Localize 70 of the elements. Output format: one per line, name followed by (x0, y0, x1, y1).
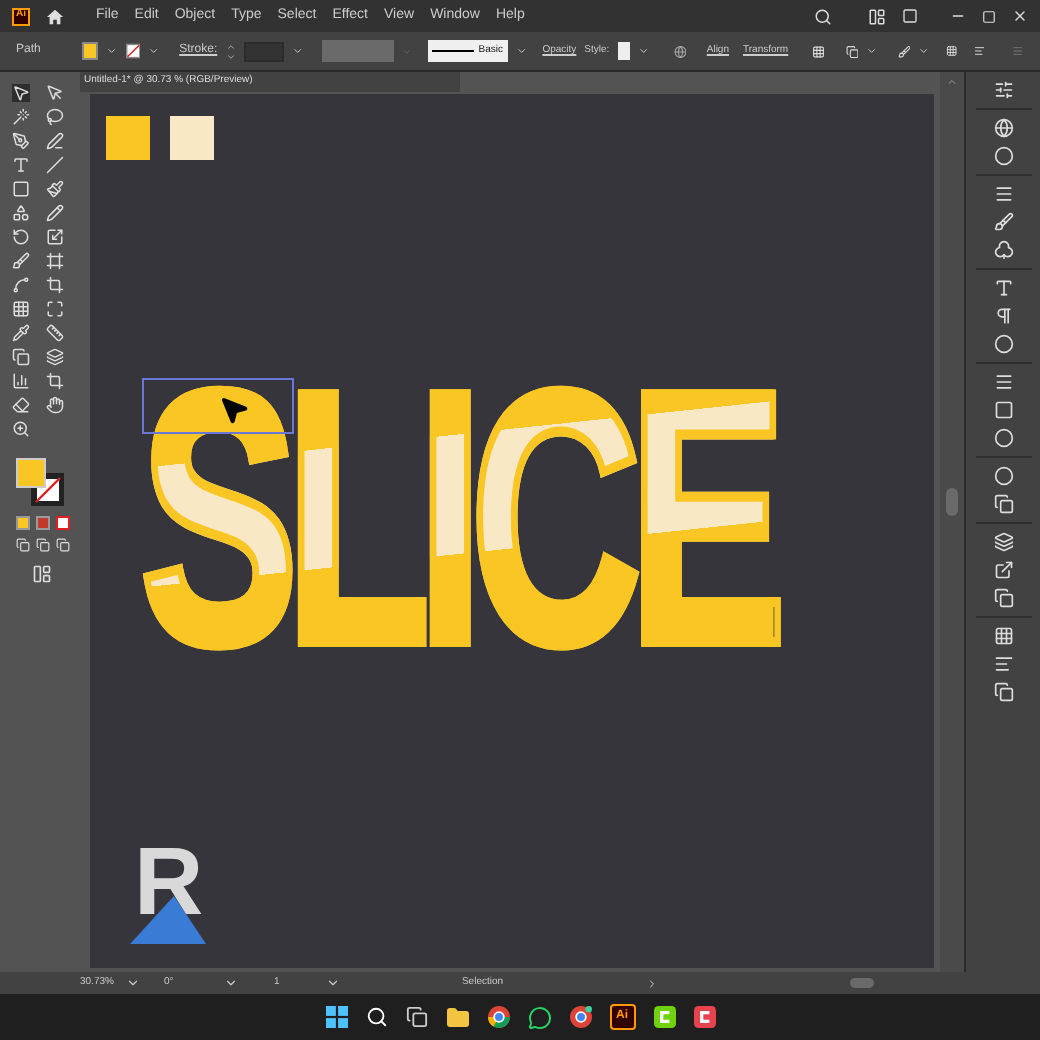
line-tool-icon[interactable] (46, 156, 64, 174)
close-icon[interactable] (1012, 8, 1028, 24)
scroll-thumb[interactable] (946, 488, 958, 516)
task-view-icon[interactable] (405, 1006, 427, 1028)
fill-stroke-control[interactable] (16, 458, 64, 506)
stroke-icon[interactable] (993, 372, 1013, 392)
caret-icon[interactable] (638, 44, 650, 58)
pen-tool-icon[interactable] (12, 132, 30, 150)
pencil-icon[interactable] (46, 204, 64, 222)
caret-icon[interactable] (223, 976, 238, 990)
app-icon[interactable] (693, 1006, 715, 1028)
brand-logo: R (126, 848, 226, 948)
browser-icon[interactable] (569, 1006, 591, 1028)
windows-start-icon[interactable] (325, 1006, 347, 1028)
lasso-icon[interactable] (46, 108, 64, 126)
folder-icon[interactable] (445, 1005, 469, 1029)
search-icon[interactable] (814, 7, 832, 25)
stroke-spinner[interactable] (225, 41, 236, 61)
rotate-tool-icon[interactable] (12, 228, 30, 246)
mesh-tool-icon[interactable] (12, 300, 30, 318)
type-tool-icon[interactable] (12, 156, 30, 174)
stroke-weight-field[interactable] (243, 41, 283, 61)
fill-swatch[interactable] (82, 42, 98, 60)
horizontal-scroll-thumb[interactable] (849, 978, 874, 988)
symbols-icon[interactable] (993, 240, 1013, 260)
asset-export-icon[interactable] (993, 560, 1013, 580)
next-icon[interactable] (645, 977, 658, 989)
properties-icon[interactable] (993, 80, 1013, 100)
paintbrush-icon[interactable] (46, 180, 64, 198)
maximize-icon[interactable] (982, 9, 996, 23)
scale-tool-icon[interactable] (46, 228, 64, 246)
shaper-tool-icon[interactable] (12, 204, 30, 222)
hand-tool-icon[interactable] (46, 396, 64, 414)
app-icon[interactable] (653, 1006, 675, 1028)
caret-icon[interactable] (515, 44, 527, 58)
layers-icon[interactable] (993, 532, 1013, 552)
brushes-icon[interactable] (993, 212, 1013, 232)
curvature-tool-icon[interactable] (46, 132, 64, 150)
direct-selection-tool-icon[interactable] (46, 84, 64, 102)
character-icon[interactable] (993, 278, 1013, 298)
style-swatch[interactable] (617, 42, 631, 60)
variable-width-field[interactable] (322, 40, 394, 62)
selection-tool-icon[interactable] (12, 84, 30, 102)
none-mode-button[interactable] (55, 516, 69, 530)
magic-wand-icon[interactable] (12, 108, 30, 126)
workspace-icon[interactable] (868, 7, 886, 25)
caret-icon[interactable] (291, 44, 303, 58)
zoom-tool-icon[interactable] (12, 420, 30, 438)
home-icon[interactable] (46, 7, 64, 25)
align-icon[interactable] (993, 654, 1013, 674)
gradient-mode-button[interactable] (35, 516, 49, 530)
caret-icon[interactable] (105, 44, 118, 58)
chat-icon[interactable] (527, 1005, 551, 1029)
cursor-icon (218, 394, 250, 426)
panel-menu-icon[interactable] (973, 44, 985, 58)
stroke-none-swatch[interactable] (125, 42, 140, 60)
caret-icon[interactable] (125, 976, 140, 990)
caret-icon[interactable] (325, 976, 340, 990)
rectangle-tool-icon[interactable] (12, 180, 30, 198)
caret-icon[interactable] (147, 44, 160, 58)
measure-icon[interactable] (46, 324, 64, 342)
caret-icon[interactable] (918, 44, 930, 58)
swatches-icon[interactable] (993, 184, 1013, 204)
color-mode-button[interactable] (15, 516, 29, 530)
eraser-icon[interactable] (12, 396, 30, 414)
paragraph-icon[interactable] (993, 306, 1013, 326)
caret-icon[interactable] (866, 44, 878, 58)
graph-tool-icon[interactable] (12, 372, 30, 390)
eyedropper-icon[interactable] (12, 324, 30, 342)
browser-icon[interactable] (487, 1006, 509, 1028)
